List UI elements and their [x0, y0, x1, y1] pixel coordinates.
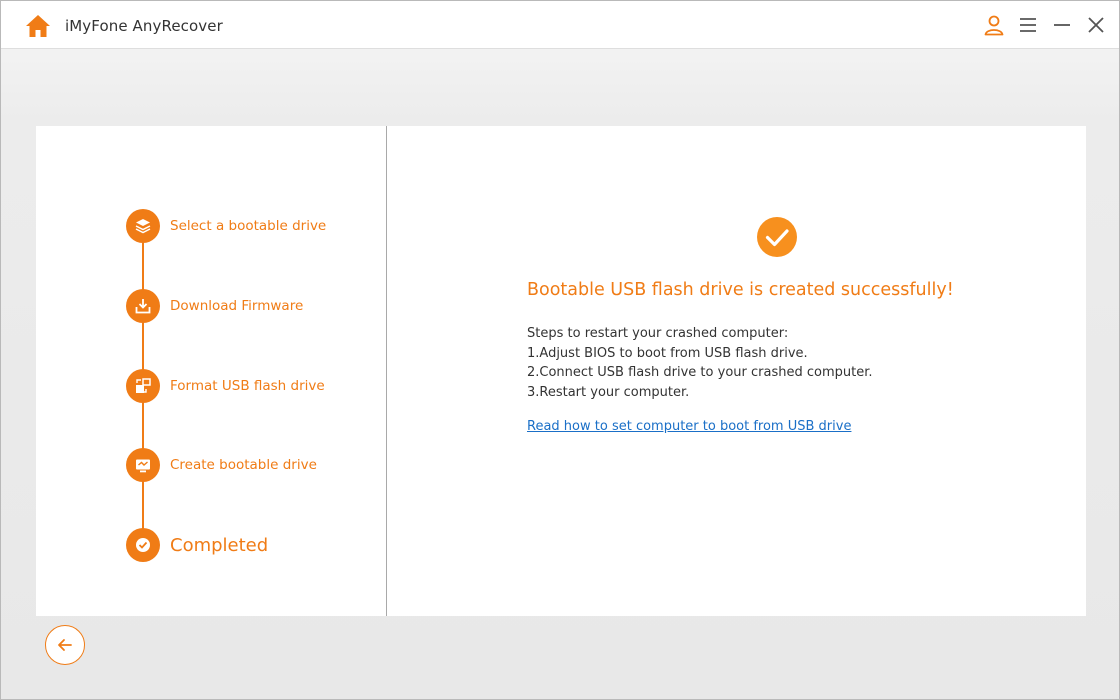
check-icon: [126, 528, 160, 562]
success-headline: Bootable USB flash drive is created succ…: [527, 280, 954, 300]
step-label: Select a bootable drive: [170, 218, 327, 234]
step-create-drive: Create bootable drive: [126, 448, 317, 482]
app-window: iMyFone AnyRecover Select a bootable dri…: [0, 0, 1120, 700]
step-label: Completed: [170, 534, 269, 556]
home-icon[interactable]: [25, 14, 51, 38]
result-panel: Bootable USB flash drive is created succ…: [387, 126, 1086, 616]
step-label: Format USB flash drive: [170, 378, 325, 394]
instruction-step: 3.Restart your computer.: [527, 384, 690, 400]
step-label: Create bootable drive: [170, 457, 317, 473]
format-icon: [126, 369, 160, 403]
back-button[interactable]: [45, 625, 85, 665]
step-label: Download Firmware: [170, 298, 304, 314]
steps-panel: Select a bootable drive Download Firmwar…: [36, 126, 386, 616]
download-icon: [126, 289, 160, 323]
restart-instructions: Steps to restart your crashed computer: …: [527, 324, 872, 402]
arrow-left-icon: [58, 639, 72, 651]
main-panel: Select a bootable drive Download Firmwar…: [36, 126, 1086, 616]
menu-icon[interactable]: [1017, 14, 1039, 36]
success-check-icon: [757, 217, 797, 257]
close-icon[interactable]: [1085, 14, 1107, 36]
minimize-icon[interactable]: [1051, 14, 1073, 36]
user-icon[interactable]: [983, 14, 1005, 36]
title-bar: iMyFone AnyRecover: [1, 1, 1119, 49]
instruction-step: 1.Adjust BIOS to boot from USB flash dri…: [527, 345, 808, 361]
step-select-drive: Select a bootable drive: [126, 209, 326, 243]
layers-icon: [126, 209, 160, 243]
step-download-firmware: Download Firmware: [126, 289, 303, 323]
create-drive-icon: [126, 448, 160, 482]
instruction-step: 2.Connect USB flash drive to your crashe…: [527, 365, 873, 380]
boot-help-link[interactable]: Read how to set computer to boot from US…: [527, 419, 851, 434]
app-title: iMyFone AnyRecover: [65, 17, 223, 35]
instructions-intro: Steps to restart your crashed computer:: [527, 326, 789, 341]
step-format-usb: Format USB flash drive: [126, 369, 325, 403]
step-completed: Completed: [126, 528, 268, 562]
